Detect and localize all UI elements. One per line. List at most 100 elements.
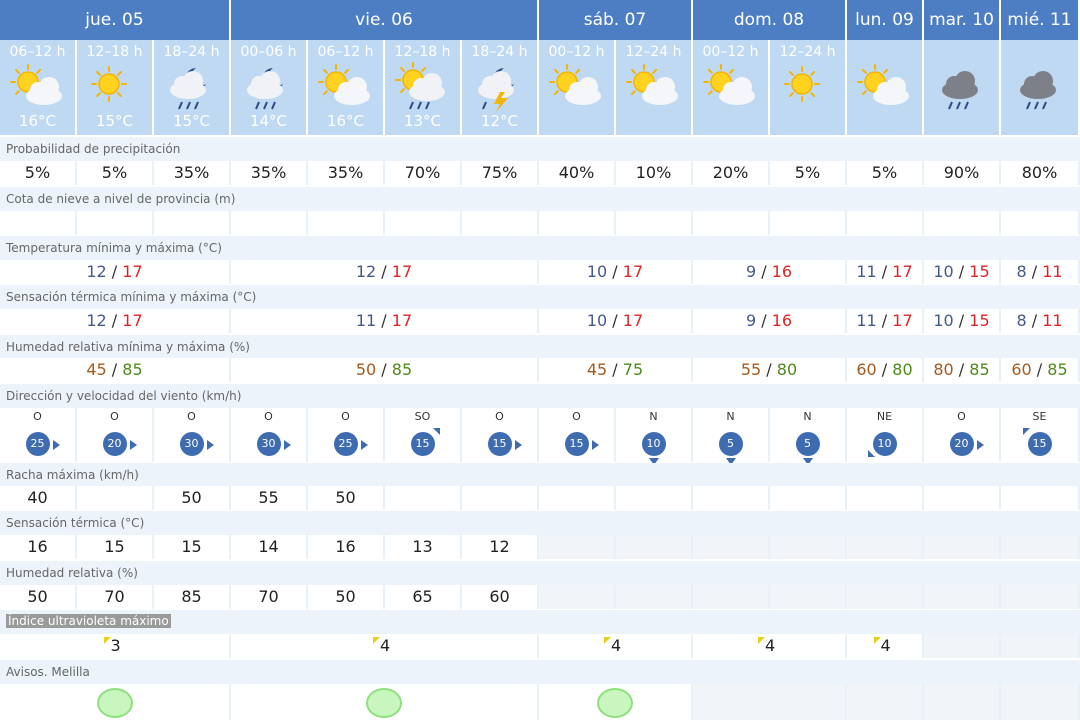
- separator: /: [1026, 262, 1043, 281]
- wind-arrow-icon: [360, 440, 368, 450]
- sun-cloud-icon: [8, 62, 68, 112]
- period-temperature: 12°C: [480, 112, 519, 130]
- aviso-green-icon[interactable]: [597, 688, 633, 718]
- wind-cell: N5: [693, 408, 770, 465]
- moon-cloud-rain-icon: [162, 62, 222, 112]
- rain-cloud-icon: [932, 62, 992, 112]
- day-header-row: jue. 05 vie. 06 sáb. 07 dom. 08 lun. 09 mar. …: [0, 0, 1080, 40]
- wind-row: O 25 O 20 O 30 O 30 O 25 SO 15 O 15 O 15 N 10 N 5 N 5 NE 10 O 20 S…: [0, 408, 1080, 465]
- feels-cell: 9 / 16: [693, 309, 847, 333]
- max-value: 75: [622, 360, 644, 379]
- wind-cell: SE 15: [1001, 408, 1080, 462]
- wind-direction: O: [572, 410, 581, 423]
- period-temperature: 14°C: [249, 112, 288, 130]
- min-value: 12: [355, 262, 377, 281]
- separator: /: [1026, 311, 1043, 330]
- uv-level-icon: [103, 637, 111, 644]
- uv-value: 3: [110, 636, 121, 655]
- period-label: 12–18 h: [86, 44, 143, 60]
- wind-cell: O 30: [154, 408, 231, 462]
- moon-cloud-rain-icon: [239, 62, 299, 112]
- separator: /: [876, 311, 893, 330]
- min-value: 50: [355, 360, 377, 379]
- gust-value: [770, 486, 847, 510]
- gust-value: 55: [231, 486, 308, 510]
- hum-period-value: 60: [462, 585, 539, 609]
- snow-value: [231, 211, 308, 235]
- max-value: 17: [122, 311, 143, 330]
- aviso-cell: [924, 684, 1001, 720]
- feels-period-value: 16: [308, 535, 385, 559]
- hum-period-value: [539, 585, 616, 609]
- max-value: 80: [892, 360, 913, 379]
- uv-row: 3 4 4 4 4: [0, 634, 1080, 658]
- aviso-cell: [693, 684, 847, 720]
- period-label: 06–12 h: [9, 44, 66, 60]
- min-value: 12: [86, 311, 107, 330]
- gust-label-row: Racha máxima (km/h): [0, 463, 1080, 487]
- wind-speed-badge: 10: [641, 432, 666, 456]
- section-label: Sensación térmica (°C): [6, 516, 145, 530]
- humidity-row: 45 / 85 50 / 85 45 / 75 55 / 80 60 / 80 80 / …: [0, 358, 1080, 382]
- precip-value: 5%: [77, 161, 154, 185]
- period-temperature: 16°C: [326, 112, 365, 130]
- snow-value: [385, 211, 462, 235]
- wind-speed-badge: 20: [102, 432, 127, 456]
- uv-cell: 3: [0, 634, 231, 658]
- period-label: 12–24 h: [779, 44, 836, 60]
- wind-speed-badge: 10: [872, 432, 897, 456]
- feels-cell: 11 / 17: [847, 309, 924, 333]
- separator: /: [376, 360, 392, 379]
- aviso-green-icon[interactable]: [366, 688, 402, 718]
- section-label: Racha máxima (km/h): [6, 468, 139, 482]
- snow-value: [616, 211, 693, 235]
- snow-value: [1001, 211, 1080, 235]
- feels-cell: 10 / 15: [924, 309, 1001, 333]
- feels-cell: 10 / 17: [539, 309, 693, 333]
- separator: /: [607, 360, 623, 379]
- snow-value: [847, 211, 924, 235]
- humidity-cell: 80 / 85: [924, 358, 1001, 382]
- max-value: 15: [969, 262, 990, 281]
- feels-period-value: 14: [231, 535, 308, 559]
- feels-cell: 11 / 17: [231, 309, 539, 333]
- min-value: 80: [933, 360, 954, 379]
- wind-speed-badge: 30: [256, 432, 281, 456]
- wind-cell: N5: [770, 408, 847, 465]
- min-value: 9: [745, 311, 757, 330]
- day-header: dom. 08: [693, 0, 847, 40]
- aviso-green-icon[interactable]: [96, 688, 133, 718]
- day-header: vie. 06: [231, 0, 539, 40]
- wind-direction: N: [649, 410, 658, 423]
- aviso-cell: [1001, 684, 1080, 720]
- snow-value: [77, 211, 154, 235]
- min-value: 11: [856, 262, 877, 281]
- gust-value: [462, 486, 539, 510]
- precip-value: 90%: [924, 161, 1001, 185]
- wind-speed-badge: 25: [25, 432, 50, 456]
- gust-value: [847, 486, 924, 510]
- period-header: 00–12 h: [693, 40, 770, 135]
- uv-label-row: Índice ultravioleta máximo: [0, 610, 1080, 634]
- wind-speed-badge: 15: [564, 432, 589, 456]
- sun-icon: [85, 62, 145, 112]
- wind-cell: O 15: [462, 408, 539, 462]
- sun-cloud-icon: [855, 62, 915, 112]
- separator: /: [376, 311, 392, 330]
- max-value: 15: [969, 311, 990, 330]
- min-value: 11: [355, 311, 377, 330]
- max-value: 11: [1042, 311, 1063, 330]
- snow-value: [693, 211, 770, 235]
- period-header: 06–12 h 16°C: [308, 40, 385, 135]
- wind-direction: O: [341, 410, 350, 423]
- humidity-cell: 45 / 75: [539, 358, 693, 382]
- day-header: mié. 11: [1001, 0, 1080, 40]
- feels-period-value: [693, 535, 770, 559]
- precip-value: 20%: [693, 161, 770, 185]
- wind-direction: O: [187, 410, 196, 423]
- max-value: 17: [892, 262, 913, 281]
- period-temperature: 15°C: [172, 112, 211, 130]
- separator: /: [106, 360, 123, 379]
- max-value: 11: [1042, 262, 1063, 281]
- gust-value: [693, 486, 770, 510]
